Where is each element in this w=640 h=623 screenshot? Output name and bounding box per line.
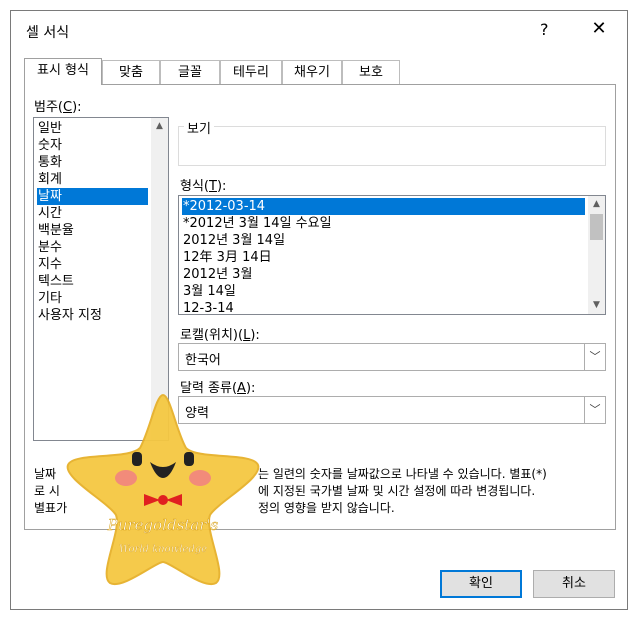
description-line-1a: 날짜 <box>34 467 57 481</box>
tab-number-format[interactable]: 표시 형식 <box>24 58 102 85</box>
scroll-up-icon[interactable]: ▲ <box>151 118 168 135</box>
category-item[interactable]: 시간 <box>37 205 148 222</box>
category-item[interactable]: 통화 <box>37 154 148 171</box>
tab-font[interactable]: 글꼴 <box>160 60 220 84</box>
category-item[interactable]: 숫자 <box>37 137 148 154</box>
scroll-up-icon[interactable]: ▲ <box>588 196 605 213</box>
description-line-3b: 정의 영향을 받지 않습니다. <box>258 501 395 515</box>
cancel-button[interactable]: 취소 <box>533 570 615 598</box>
dialog-title: 셀 서식 <box>26 25 70 41</box>
locale-label: 로캘(위치)(L): <box>180 328 260 343</box>
watermark-text-2: World knowledge <box>119 544 207 555</box>
format-item[interactable]: 2012년 3월 <box>182 266 585 283</box>
tab-border[interactable]: 테두리 <box>220 60 282 84</box>
category-item[interactable]: 텍스트 <box>37 273 148 290</box>
category-label: 범주(C): <box>34 100 82 115</box>
tab-protection[interactable]: 보호 <box>342 60 400 84</box>
help-button[interactable]: ? <box>540 20 549 39</box>
description-line-1b: 는 일련의 숫자를 날짜값으로 나타낼 수 있습니다. 별표(*) <box>258 467 547 481</box>
category-item[interactable]: 기타 <box>37 290 148 307</box>
category-item[interactable]: 회계 <box>37 171 148 188</box>
category-item[interactable]: 분수 <box>37 239 148 256</box>
category-item[interactable]: 사용자 지정 <box>37 307 148 324</box>
watermark-text-1: Puregoldstar's <box>107 516 219 534</box>
tab-fill[interactable]: 채우기 <box>282 60 342 84</box>
scroll-thumb[interactable] <box>590 214 603 240</box>
locale-value: 한국어 <box>185 353 221 368</box>
format-item[interactable]: 12-3-14 <box>182 300 585 317</box>
close-button[interactable]: ✕ <box>588 18 610 39</box>
scroll-down-icon[interactable]: ▼ <box>588 297 605 314</box>
category-item[interactable]: 백분율 <box>37 222 148 239</box>
category-item-selected[interactable]: 날짜 <box>37 188 148 205</box>
chevron-down-icon[interactable]: ﹀ <box>584 397 605 423</box>
locale-select[interactable]: 한국어 ﹀ <box>178 343 606 371</box>
format-item[interactable]: 12年 3月 14日 <box>182 249 585 266</box>
preview-label: 보기 <box>184 118 214 137</box>
format-item[interactable]: *2012년 3월 14일 수요일 <box>182 215 585 232</box>
format-listbox[interactable]: *2012-03-14 *2012년 3월 14일 수요일 2012년 3월 1… <box>178 195 606 317</box>
format-label: 형식(T): <box>180 179 227 194</box>
star-watermark-icon: Puregoldstar's World knowledge <box>66 393 260 586</box>
format-item-selected[interactable]: *2012-03-14 <box>182 198 585 215</box>
preview-box <box>178 126 606 166</box>
description-line-2a: 로 시 <box>34 484 60 498</box>
format-item[interactable]: 2012년 3월 14일 <box>182 232 585 249</box>
category-item[interactable]: 지수 <box>37 256 148 273</box>
format-scrollbar[interactable]: ▲ ▼ <box>588 196 605 314</box>
tab-alignment[interactable]: 맞춤 <box>102 60 160 84</box>
description-line-2b: 에 지정된 국가별 날짜 및 시간 설정에 따라 변경됩니다. <box>258 484 536 498</box>
category-item[interactable]: 일반 <box>37 120 148 137</box>
ok-button[interactable]: 확인 <box>440 570 522 598</box>
format-item[interactable]: 3월 14일 <box>182 283 585 300</box>
chevron-down-icon[interactable]: ﹀ <box>584 344 605 370</box>
